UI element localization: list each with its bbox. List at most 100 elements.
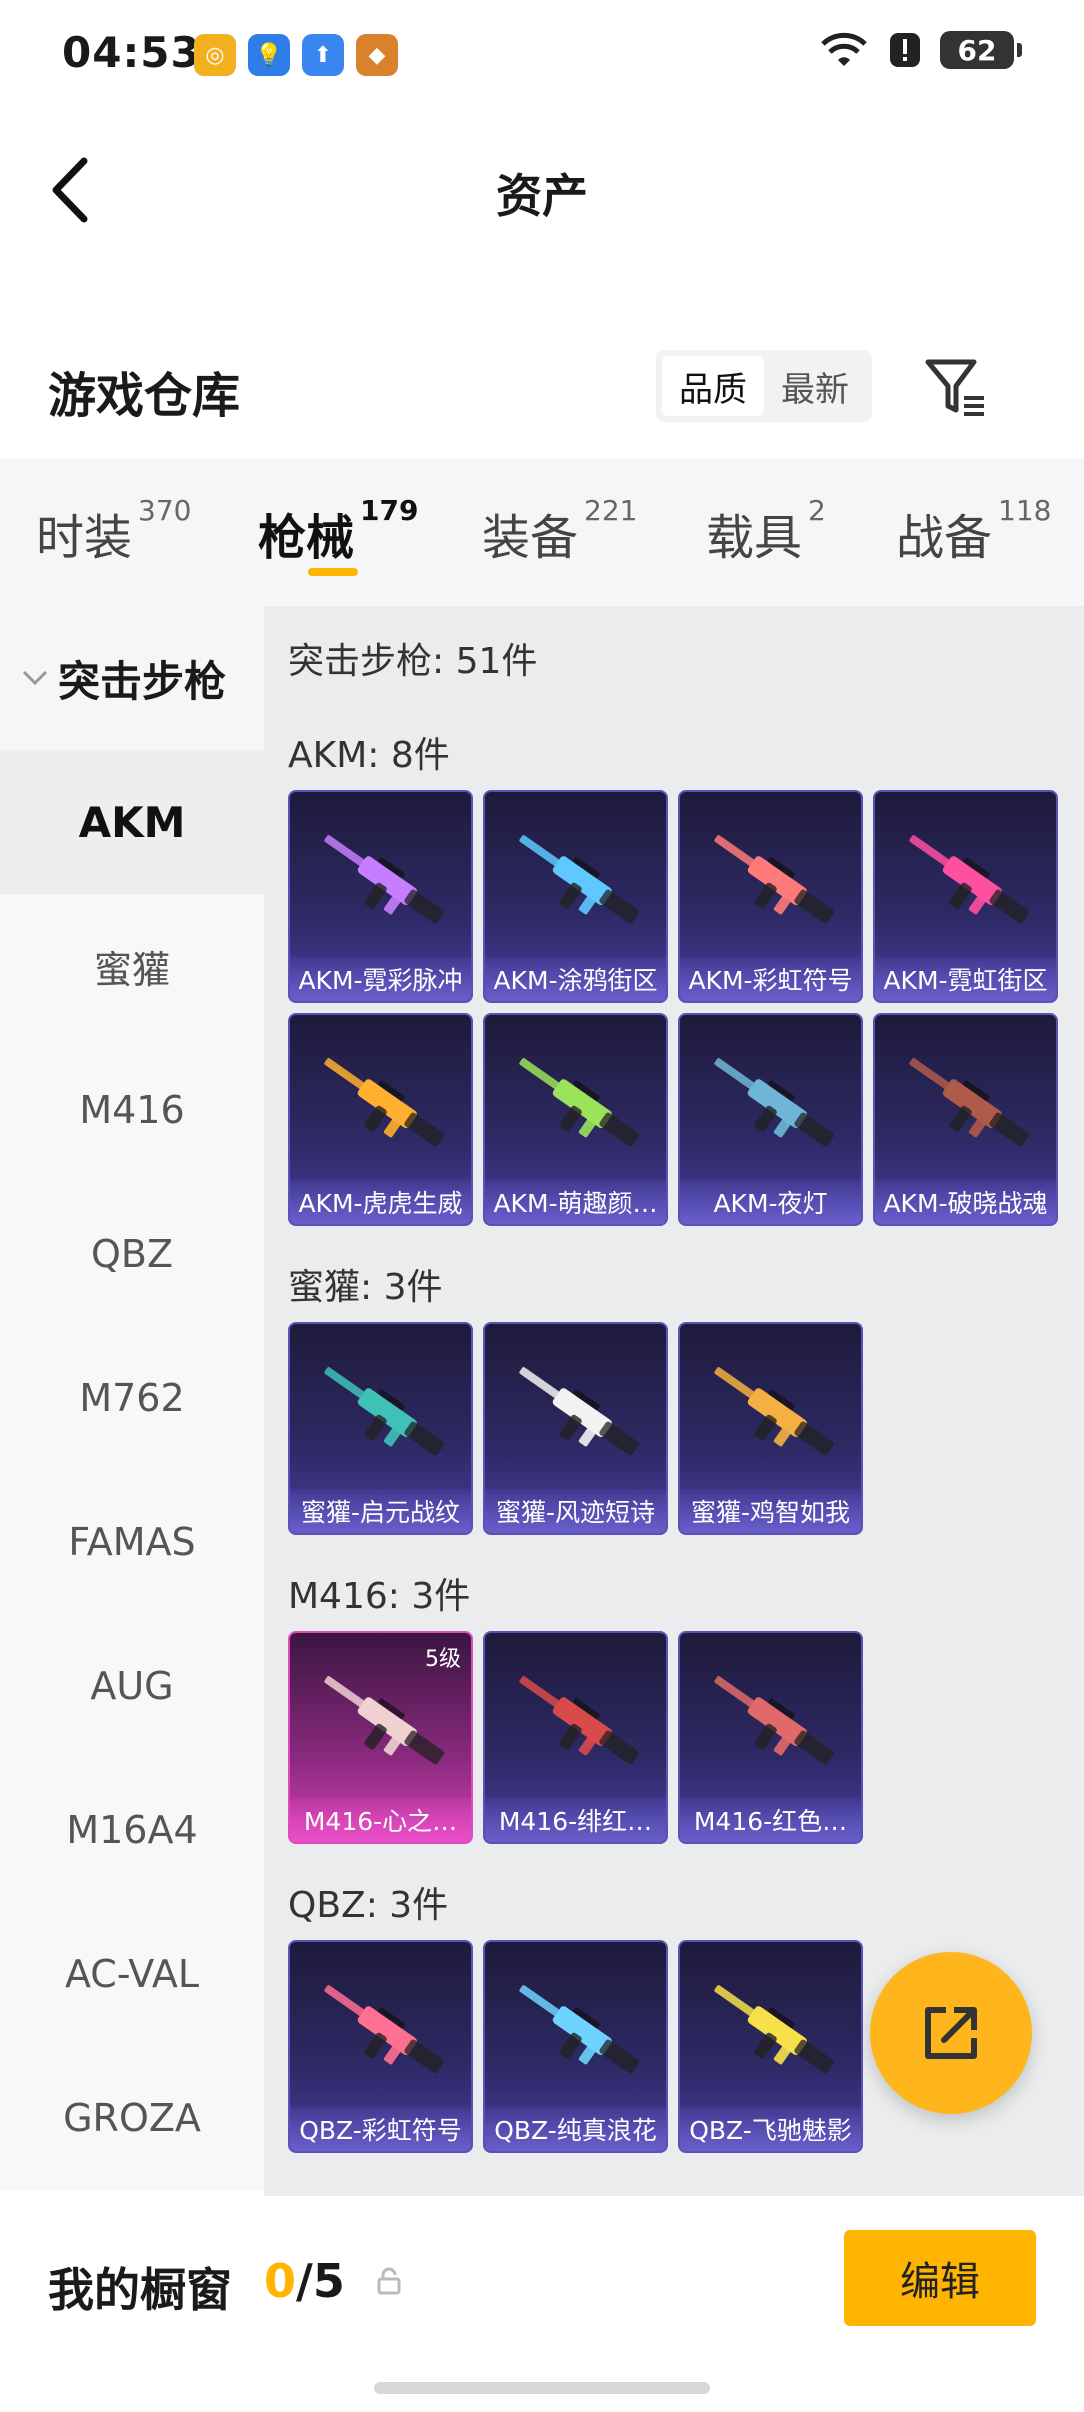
category-tabs: 时装 370 枪械 179 装备 221 载具 2 战备 118: [0, 458, 1084, 606]
status-app-icons: ◎ 💡 ⬆ ◆: [194, 34, 398, 76]
sidebar-item-m762[interactable]: M762: [0, 1326, 264, 1470]
weapon-skin-icon: [909, 835, 1029, 924]
sidebar-category-header[interactable]: 突击步枪: [0, 606, 264, 750]
weapon-skin-icon: [324, 1985, 444, 2074]
sidebar-item-m416[interactable]: M416: [0, 1038, 264, 1182]
sidebar-item-qbz[interactable]: QBZ: [0, 1182, 264, 1326]
weapon-skin-card[interactable]: 5级 M416-心之…: [288, 1631, 473, 1844]
weapon-skin-name: AKM-霓虹街区: [875, 957, 1056, 1001]
weapon-skin-name: AKM-涂鸦街区: [485, 957, 666, 1001]
sort-toggle: 品质 最新: [656, 350, 872, 422]
weapon-section-title: QBZ: 3件: [288, 1885, 449, 1926]
tab-supplies[interactable]: 战备 118: [896, 494, 1051, 568]
weapon-skin-name: M416-绯红…: [485, 1798, 666, 1842]
weapon-skin-card[interactable]: QBZ-飞驰魅影: [678, 1940, 863, 2153]
weapon-skin-card[interactable]: M416-红色…: [678, 1631, 863, 1844]
sidebar-item-honey-badger[interactable]: 蜜獾: [0, 894, 264, 1038]
tab-count: 118: [998, 494, 1052, 527]
weapon-skin-name: 蜜獾-启元战纹: [290, 1489, 471, 1533]
home-indicator[interactable]: [374, 2382, 710, 2394]
sort-quality-option[interactable]: 品质: [662, 356, 764, 416]
sidebar-item-ac-val[interactable]: AC-VAL: [0, 1902, 264, 2046]
alert-icon: [890, 33, 920, 67]
weapon-skin-name: 蜜獾-风迹短诗: [485, 1489, 666, 1533]
weapon-skin-card[interactable]: 蜜獾-鸡智如我: [678, 1322, 863, 1535]
tab-fashion[interactable]: 时装 370: [36, 494, 191, 568]
share-button[interactable]: [870, 1952, 1032, 2114]
showcase-bar: 我的橱窗 0/5 编辑: [0, 2196, 1084, 2412]
showcase-count: 0/5: [264, 2254, 345, 2308]
weapon-skin-card[interactable]: AKM-涂鸦街区: [483, 790, 668, 1003]
tab-firearms[interactable]: 枪械 179: [258, 494, 418, 568]
skin-level-badge: 5级: [425, 1647, 461, 1672]
weapon-skin-name: QBZ-飞驰魅影: [680, 2107, 861, 2151]
weapon-skin-card[interactable]: M416-绯红…: [483, 1631, 668, 1844]
weapon-skin-card[interactable]: 蜜獾-风迹短诗: [483, 1322, 668, 1535]
tab-vehicles[interactable]: 载具 2: [706, 494, 826, 568]
category-total: 突击步枪: 51件: [288, 641, 538, 682]
tab-count: 221: [584, 494, 638, 527]
weapon-skin-name: QBZ-彩虹符号: [290, 2107, 471, 2151]
status-right: 62: [818, 30, 1022, 70]
weapon-skin-card[interactable]: AKM-萌趣颜…: [483, 1013, 668, 1226]
page-title: 资产: [496, 169, 588, 223]
weapon-skin-card[interactable]: QBZ-纯真浪花: [483, 1940, 668, 2153]
weapon-skin-name: AKM-夜灯: [680, 1180, 861, 1224]
sidebar-category-label: 突击步枪: [58, 656, 227, 706]
weapon-skin-card[interactable]: AKM-虎虎生威: [288, 1013, 473, 1226]
sidebar-item-m16a4[interactable]: M16A4: [0, 1758, 264, 1902]
tab-label: 载具: [706, 510, 803, 566]
showcase-count-total: /5: [296, 2254, 345, 2308]
sidebar-item-famas[interactable]: FAMAS: [0, 1470, 264, 1614]
weapon-skin-icon: [519, 835, 639, 924]
weapon-skin-icon: [324, 835, 444, 924]
app-notification-icon: ⬆: [302, 34, 344, 76]
sidebar-item-aug[interactable]: AUG: [0, 1614, 264, 1758]
app-notification-icon: ◎: [194, 34, 236, 76]
weapon-skin-icon: [714, 1367, 834, 1456]
share-icon: [925, 2007, 977, 2059]
sidebar-item-groza[interactable]: GROZA: [0, 2046, 264, 2190]
sort-latest-option[interactable]: 最新: [764, 356, 866, 416]
weapon-skin-name: AKM-彩虹符号: [680, 957, 861, 1001]
weapon-skin-name: M416-心之…: [290, 1798, 471, 1842]
weapon-skin-icon: [519, 1367, 639, 1456]
weapon-skin-icon: [324, 1058, 444, 1147]
filter-icon: [925, 359, 984, 416]
weapon-skin-icon: [714, 1676, 834, 1765]
tab-label: 枪械: [258, 510, 355, 566]
wifi-icon: [821, 32, 867, 66]
weapon-section-title: M416: 3件: [288, 1576, 471, 1617]
active-tab-indicator: [308, 568, 358, 576]
weapon-skin-card[interactable]: AKM-彩虹符号: [678, 790, 863, 1003]
weapon-skin-icon: [519, 1985, 639, 2074]
weapon-skin-card[interactable]: AKM-破晓战魂: [873, 1013, 1058, 1226]
lock-icon: [377, 2267, 401, 2295]
weapon-skin-icon: [909, 1058, 1029, 1147]
tab-label: 装备: [482, 510, 579, 566]
weapon-skin-name: M416-红色…: [680, 1798, 861, 1842]
weapon-section-title: AKM: 8件: [288, 735, 450, 776]
tab-count: 2: [808, 494, 826, 527]
showcase-title: 我的橱窗: [48, 2263, 232, 2317]
weapon-skin-icon: [519, 1676, 639, 1765]
assets-page: 04:53 ◎ 💡 ⬆ ◆ 62 资产 游戏仓库 品质 最新 时装 370 枪械…: [0, 0, 1084, 2412]
filter-button[interactable]: [922, 352, 992, 422]
weapon-skin-card[interactable]: 蜜獾-启元战纹: [288, 1322, 473, 1535]
status-bar: 04:53 ◎ 💡 ⬆ ◆ 62: [0, 0, 1084, 110]
weapon-type-sidebar: 突击步枪 AKM 蜜獾 M416 QBZ M762 FAMAS AUG M16A…: [0, 606, 264, 2196]
weapon-skin-card[interactable]: AKM-夜灯: [678, 1013, 863, 1226]
tab-count: 179: [360, 494, 419, 527]
weapon-skin-card[interactable]: AKM-霓虹街区: [873, 790, 1058, 1003]
weapon-skin-icon: [714, 1058, 834, 1147]
sidebar-item-akm[interactable]: AKM: [0, 750, 264, 894]
app-notification-icon: ◆: [356, 34, 398, 76]
weapon-skin-name: 蜜獾-鸡智如我: [680, 1489, 861, 1533]
edit-button[interactable]: 编辑: [844, 2230, 1036, 2326]
weapon-skin-name: QBZ-纯真浪花: [485, 2107, 666, 2151]
weapon-skin-card[interactable]: QBZ-彩虹符号: [288, 1940, 473, 2153]
weapon-skin-card[interactable]: AKM-霓彩脉冲: [288, 790, 473, 1003]
battery-indicator: 62: [940, 31, 1022, 69]
tab-equipment[interactable]: 装备 221: [482, 494, 637, 568]
weapon-skin-icon: [714, 1985, 834, 2074]
